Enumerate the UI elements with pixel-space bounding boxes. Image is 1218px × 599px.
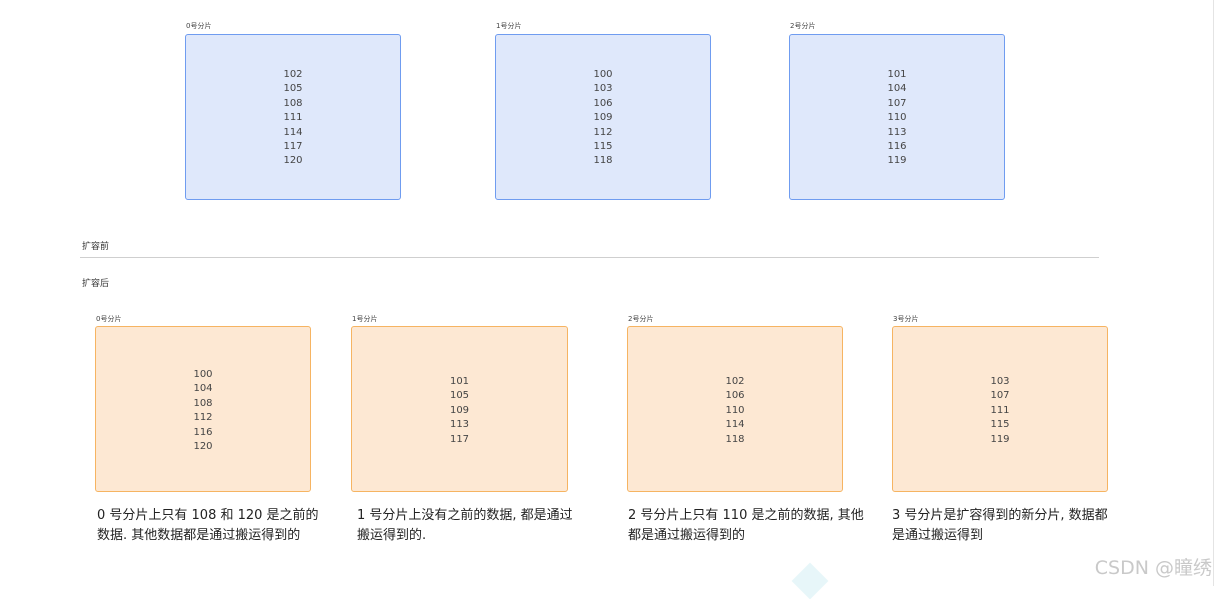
shard-value: 113 — [449, 419, 470, 431]
note-line: 0 号分片上只有 108 和 120 是之前的 — [97, 508, 319, 523]
shard-value: 109 — [449, 404, 470, 416]
shard-value: 120 — [193, 441, 213, 453]
shard-label: 3号分片 — [893, 315, 919, 323]
shard-value: 107 — [887, 97, 907, 109]
watermark: CSDN @瞳绣 — [1094, 557, 1212, 579]
shard-box: 103 107 111 115 119 — [892, 326, 1108, 492]
shard-box: 100 104 108 112 116 120 — [95, 326, 311, 492]
shard-note: 2 号分片上只有 110 是之前的数据, 其他 都是通过搬运得到的 — [628, 506, 868, 546]
shard-value: 101 — [449, 376, 470, 387]
shard-box: 100 103 106 109 112 115 118 — [495, 34, 711, 200]
shard-value: 102 — [725, 376, 745, 387]
before-section-label: 扩容前 — [82, 242, 110, 252]
shard-value: 117 — [283, 141, 303, 153]
shard-value: 107 — [990, 390, 1010, 402]
note-line: 数据. 其他数据都是通过搬运得到的 — [97, 528, 301, 543]
shard-value: 114 — [283, 126, 303, 138]
shard-value: 102 — [283, 69, 303, 80]
shard-value: 110 — [725, 404, 745, 416]
shard-value: 103 — [990, 376, 1010, 387]
shard-value: 103 — [593, 83, 613, 95]
shard-note: 1 号分片上没有之前的数据, 都是通过 搬运得到的. — [357, 506, 587, 546]
shard-value: 105 — [449, 390, 470, 402]
shard-value: 100 — [593, 69, 613, 80]
note-line: 1 号分片上没有之前的数据, 都是通过 — [357, 508, 573, 523]
shard-value: 111 — [990, 404, 1010, 416]
note-line: 都是通过搬运得到的 — [628, 528, 746, 543]
shard-value: 116 — [193, 426, 213, 438]
shard-box: 101 105 109 113 117 — [351, 326, 568, 492]
page-edge-rule — [1213, 0, 1214, 586]
section-divider — [80, 257, 1099, 258]
shard-label: 2号分片 — [790, 22, 816, 30]
shard-value: 104 — [887, 83, 907, 95]
shard-value: 115 — [990, 419, 1010, 431]
shard-value: 115 — [593, 141, 613, 153]
shard-box: 101 104 107 110 113 116 119 — [789, 34, 1005, 200]
shard-value: 108 — [283, 97, 303, 109]
shard-value: 104 — [193, 383, 213, 395]
shard-label: 0号分片 — [96, 315, 122, 323]
shard-value: 112 — [593, 126, 613, 138]
shard-label: 1号分片 — [352, 315, 378, 323]
shard-value: 118 — [725, 433, 745, 445]
note-line: 2 号分片上只有 110 是之前的数据, 其他 — [628, 508, 864, 523]
shard-value: 101 — [887, 69, 907, 80]
shard-label: 2号分片 — [628, 315, 654, 323]
shard-value: 106 — [725, 390, 745, 402]
shard-value: 118 — [593, 155, 613, 167]
shard-label: 0号分片 — [186, 22, 212, 30]
shard-value: 108 — [193, 397, 213, 409]
shard-value: 106 — [593, 97, 613, 109]
shard-value: 119 — [887, 155, 907, 167]
shard-box: 102 106 110 114 118 — [627, 326, 843, 492]
shard-value: 114 — [725, 419, 745, 431]
note-line: 是通过搬运得到 — [892, 528, 984, 543]
note-line: 3 号分片是扩容得到的新分片, 数据都 — [892, 508, 1108, 523]
shard-value: 111 — [283, 112, 303, 124]
note-line: 搬运得到的. — [357, 528, 427, 543]
shard-box: 102 105 108 111 114 117 120 — [185, 34, 401, 200]
shard-value: 112 — [193, 412, 213, 424]
shard-value: 120 — [283, 155, 303, 167]
shard-value: 116 — [887, 141, 907, 153]
shard-value: 117 — [449, 433, 470, 445]
shard-label: 1号分片 — [496, 22, 522, 30]
after-section-label: 扩容后 — [82, 279, 110, 289]
shard-note: 0 号分片上只有 108 和 120 是之前的 数据. 其他数据都是通过搬运得到… — [97, 506, 327, 546]
shard-note: 3 号分片是扩容得到的新分片, 数据都 是通过搬运得到 — [892, 506, 1122, 546]
shard-value: 100 — [193, 369, 213, 380]
shard-value: 113 — [887, 126, 907, 138]
shard-value: 105 — [283, 83, 303, 95]
shard-value: 119 — [990, 433, 1010, 445]
decorative-diamond — [791, 562, 829, 599]
shard-value: 110 — [887, 112, 907, 124]
shard-value: 109 — [593, 112, 613, 124]
